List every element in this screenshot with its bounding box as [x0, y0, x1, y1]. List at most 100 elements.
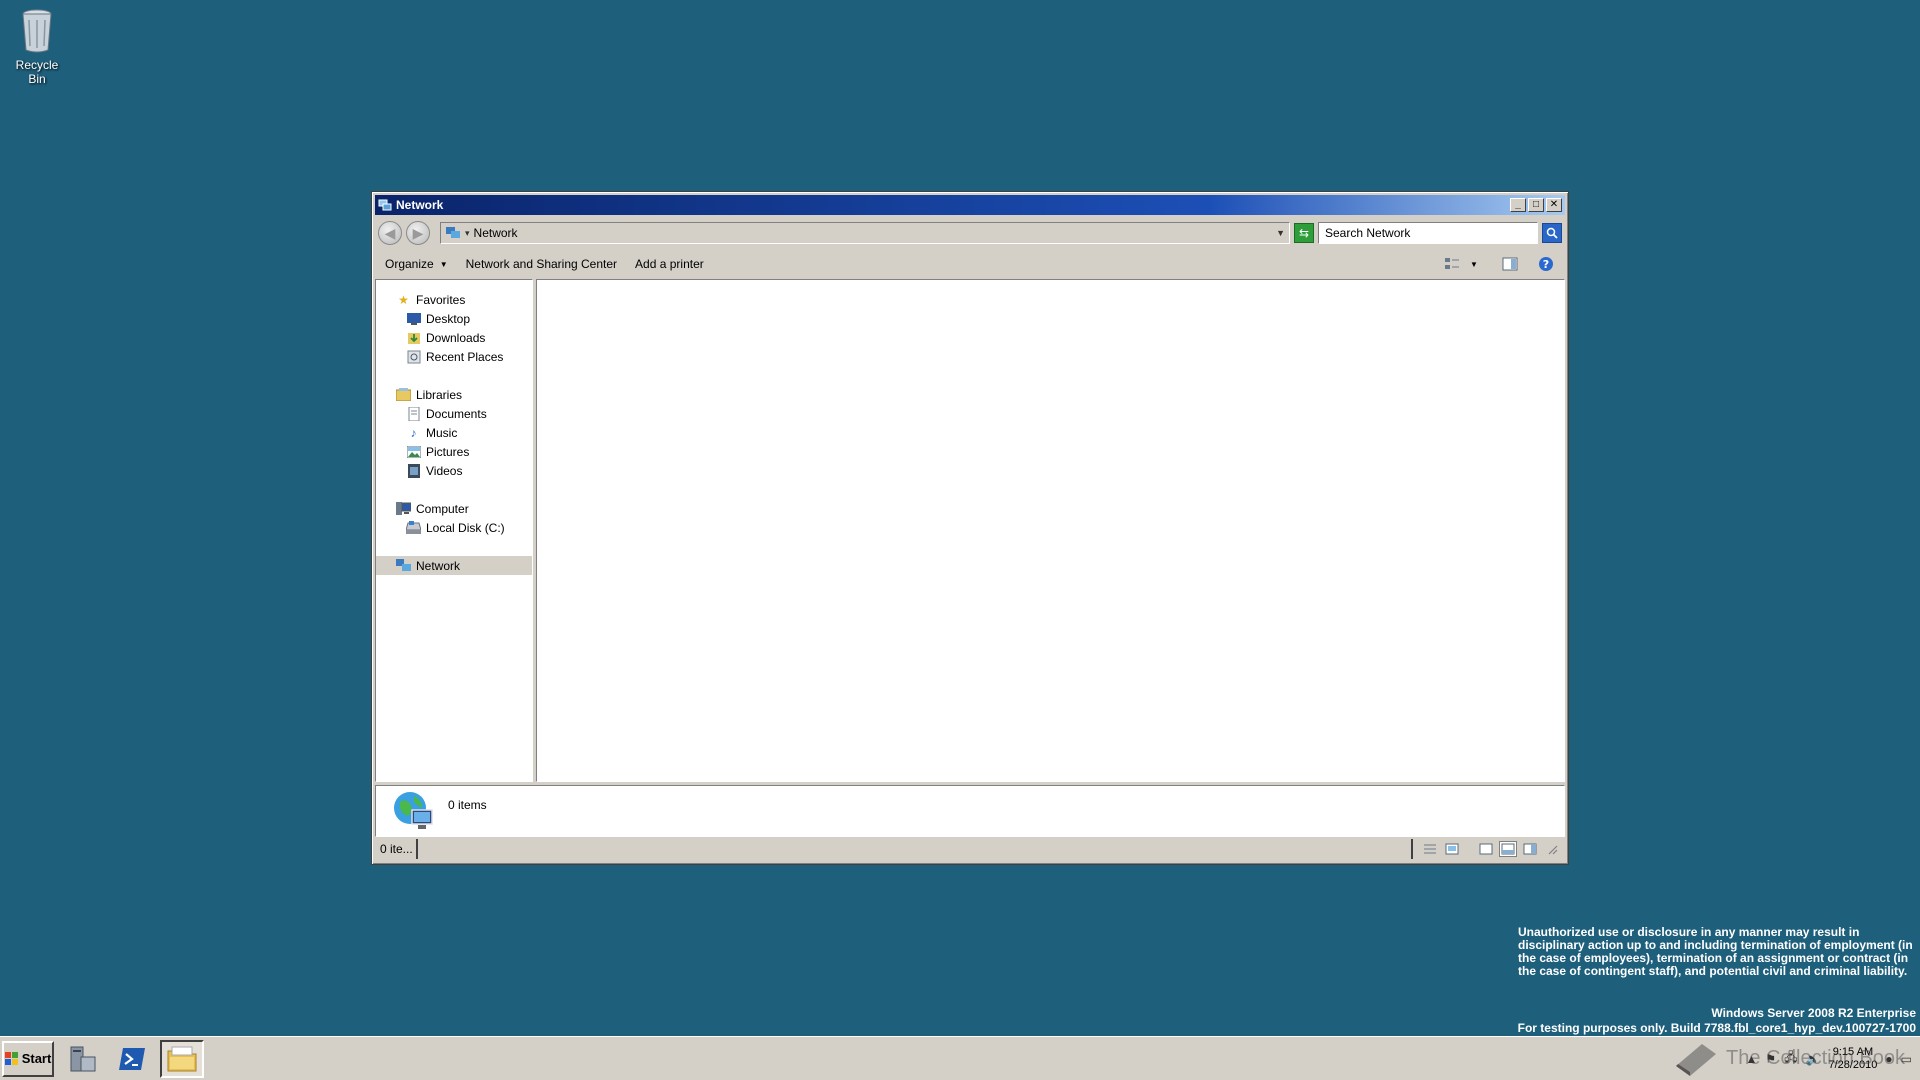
- videos-icon: [406, 463, 421, 478]
- clock-date: 7/28/2010: [1828, 1058, 1878, 1071]
- recycle-bin-desktop-icon[interactable]: Recycle Bin: [6, 6, 68, 86]
- large-icons-view-button[interactable]: [1443, 841, 1461, 857]
- change-view-button[interactable]: [1443, 256, 1461, 272]
- layout-preview-icon: [1523, 843, 1537, 855]
- organize-button[interactable]: Organize ▼: [385, 257, 448, 271]
- resize-grip[interactable]: [1543, 841, 1561, 857]
- notification-icon[interactable]: ●: [1885, 1052, 1892, 1066]
- nav-item-videos[interactable]: Videos: [376, 461, 532, 480]
- search-input[interactable]: Search Network: [1318, 222, 1538, 244]
- title-bar[interactable]: Network _ □ ✕: [375, 195, 1565, 215]
- preview-pane-icon: [1502, 257, 1518, 271]
- breadcrumb-arrow-icon[interactable]: ▾: [465, 228, 470, 239]
- refresh-button[interactable]: ⇆: [1294, 223, 1314, 243]
- powershell-taskbar-button[interactable]: [110, 1040, 154, 1078]
- address-field[interactable]: ▾ Network ▼: [440, 222, 1290, 244]
- server-manager-taskbar-button[interactable]: [60, 1040, 104, 1078]
- explorer-taskbar-button[interactable]: [160, 1039, 204, 1078]
- nav-label: Recent Places: [426, 349, 504, 364]
- build-string: For testing purposes only. Build 7788.fb…: [1517, 1021, 1916, 1035]
- network-sharing-center-button[interactable]: Network and Sharing Center: [466, 257, 617, 271]
- layout-button-2[interactable]: [1499, 841, 1517, 857]
- search-icon: [1546, 227, 1558, 239]
- hard-drive-icon: [406, 520, 421, 535]
- music-icon: ♪: [410, 425, 417, 440]
- layout-button-3[interactable]: [1521, 841, 1539, 857]
- resize-grip-icon: [1548, 845, 1558, 855]
- search-button[interactable]: [1542, 223, 1562, 243]
- layout-single-icon: [1479, 843, 1493, 855]
- network-icon: [378, 199, 392, 211]
- network-tray-icon[interactable]: 🖧: [1784, 1048, 1797, 1069]
- address-dropdown-icon[interactable]: ▼: [1276, 228, 1285, 238]
- nav-item-downloads[interactable]: Downloads: [376, 328, 532, 347]
- add-printer-button[interactable]: Add a printer: [635, 257, 704, 271]
- nav-item-favorites[interactable]: ★ Favorites: [376, 290, 532, 309]
- layout-button-1[interactable]: [1477, 841, 1495, 857]
- recycle-bin-icon: [22, 9, 52, 53]
- nav-item-network[interactable]: Network: [376, 556, 532, 575]
- desktop-icon: [406, 311, 421, 326]
- view-dropdown-button[interactable]: ▼: [1465, 256, 1483, 272]
- nav-label: Pictures: [426, 444, 470, 459]
- system-tray: ▲ ⚑ 🖧 🔈 9:15 AM 7/28/2010 ● ▭: [1739, 1040, 1918, 1078]
- clock-time: 9:15 AM: [1832, 1045, 1874, 1058]
- maximize-button[interactable]: □: [1528, 198, 1544, 212]
- details-view-button[interactable]: [1421, 841, 1439, 857]
- nav-label: Libraries: [416, 387, 463, 402]
- help-button[interactable]: ?: [1537, 256, 1555, 272]
- nav-item-recent-places[interactable]: Recent Places: [376, 347, 532, 366]
- show-desktop-icon[interactable]: ▭: [1901, 1052, 1912, 1066]
- server-manager-icon: [70, 1046, 96, 1071]
- downloads-icon: [406, 330, 421, 345]
- forward-button[interactable]: ▶: [406, 221, 430, 245]
- network-icon: [446, 227, 460, 238]
- nav-label: Desktop: [426, 311, 471, 326]
- network-globe-icon: [394, 792, 433, 829]
- start-label: Start: [21, 1051, 52, 1066]
- nav-item-computer[interactable]: Computer: [376, 499, 532, 518]
- layout-details-icon: [1501, 843, 1515, 855]
- build-info: Windows Server 2008 R2 Enterprise For te…: [1518, 1006, 1916, 1036]
- view-options-icon: [1445, 258, 1459, 269]
- show-hidden-icons-icon[interactable]: ▲: [1745, 1052, 1757, 1066]
- pictures-icon: [406, 444, 421, 459]
- back-arrow-icon: ◀: [384, 224, 396, 241]
- nav-label: Documents: [426, 406, 487, 421]
- nav-item-desktop[interactable]: Desktop: [376, 309, 532, 328]
- status-item-count: 0 ite...: [377, 839, 418, 859]
- powershell-icon: [119, 1047, 145, 1070]
- os-edition: Windows Server 2008 R2 Enterprise: [1711, 1006, 1916, 1020]
- nav-item-music[interactable]: ♪ Music: [376, 423, 532, 442]
- address-bar: ◀ ▶ ▾ Network ▼ ⇆ Search Network: [375, 217, 1565, 249]
- back-button[interactable]: ◀: [378, 221, 402, 245]
- volume-icon[interactable]: 🔈: [1806, 1052, 1821, 1066]
- network-icon: [396, 558, 411, 573]
- nav-label: Downloads: [426, 330, 486, 345]
- folder-icon: [167, 1046, 197, 1071]
- action-center-icon[interactable]: ⚑: [1765, 1052, 1776, 1066]
- forward-arrow-icon: ▶: [412, 224, 424, 241]
- preview-pane-button[interactable]: [1501, 256, 1519, 272]
- organize-label: Organize: [385, 257, 434, 271]
- start-button[interactable]: Start: [2, 1040, 54, 1077]
- nav-item-documents[interactable]: Documents: [376, 404, 532, 423]
- content-area: ★ Favorites Desktop Downloads Recent Pla…: [375, 279, 1565, 782]
- command-bar: Organize ▼ Network and Sharing Center Ad…: [375, 249, 1565, 279]
- legal-notice: Unauthorized use or disclosure in any ma…: [1518, 925, 1913, 978]
- star-icon: ★: [398, 292, 409, 307]
- recycle-bin-label: Recycle Bin: [15, 58, 59, 86]
- computer-icon: [396, 501, 411, 516]
- file-list-pane[interactable]: [536, 279, 1565, 782]
- nav-item-local-disk[interactable]: Local Disk (C:): [376, 518, 532, 537]
- documents-icon: [406, 406, 421, 421]
- refresh-icon: ⇆: [1298, 226, 1310, 240]
- close-button[interactable]: ✕: [1546, 198, 1562, 212]
- status-bar: 0 ite...: [375, 837, 1565, 861]
- nav-item-pictures[interactable]: Pictures: [376, 442, 532, 461]
- clock[interactable]: 9:15 AM 7/28/2010: [1828, 1046, 1877, 1072]
- nav-item-libraries[interactable]: Libraries: [376, 385, 532, 404]
- nav-label: Network: [416, 558, 461, 573]
- minimize-button[interactable]: _: [1510, 198, 1526, 212]
- details-pane: 0 items: [375, 785, 1565, 837]
